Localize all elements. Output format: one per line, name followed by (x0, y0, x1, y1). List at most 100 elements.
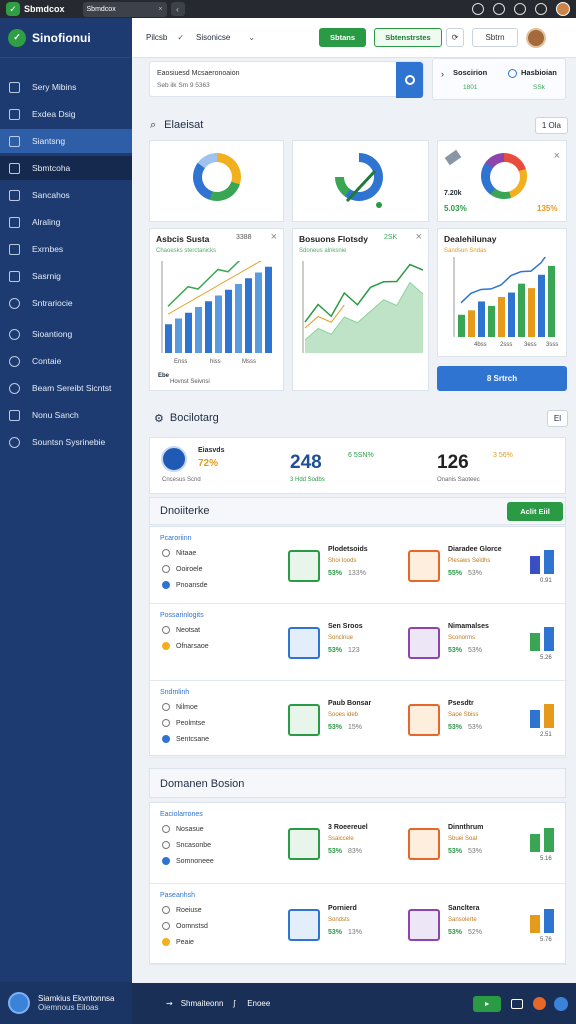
mini-bar-chart (524, 905, 556, 933)
add-button[interactable]: Aclit Eiil (507, 501, 563, 521)
radio-icon[interactable] (162, 549, 170, 557)
settings-icon[interactable] (514, 3, 526, 15)
dropdown-secondary[interactable]: Sisonicse ⌄ (196, 33, 255, 42)
item-icon[interactable] (288, 827, 320, 860)
list-item[interactable]: Sncasonbe (162, 841, 211, 849)
sidebar-item[interactable]: Exdea Dsig (0, 102, 132, 126)
search-box[interactable]: Eaosiuesd Mcsaeronoaion Seb ilk Sm 9 536… (149, 61, 424, 98)
user-avatar[interactable] (554, 996, 568, 1011)
browser-tab[interactable]: Sbmdcox × (82, 1, 167, 17)
list-item[interactable]: Roeiuse (162, 906, 202, 914)
header-avatar[interactable] (526, 27, 546, 48)
list-item[interactable]: Nitaae (162, 549, 196, 557)
radio-icon[interactable] (162, 841, 170, 849)
sidebar-footer[interactable]: Siamkius Ekvntonnsa Oiemnous Eiloas (0, 982, 132, 1024)
group-title[interactable]: Possarinlogits (160, 612, 204, 619)
radio-icon[interactable] (162, 938, 170, 946)
sidebar-item[interactable]: Contaie (0, 349, 132, 373)
radio-icon[interactable] (162, 922, 170, 930)
calendar-icon[interactable] (511, 998, 523, 1009)
share-icon[interactable]: ⇝ (166, 999, 173, 1008)
avatar[interactable] (556, 2, 570, 16)
alert-icon[interactable] (533, 997, 546, 1010)
item-icon[interactable] (408, 827, 440, 860)
list-item[interactable]: Neotsat (162, 626, 200, 634)
chart-card-3: Dealehilunay Sandsun Sndas 4bss 2sss 3ess 3… (437, 228, 567, 357)
radio-icon[interactable] (162, 581, 170, 589)
help-icon[interactable] (535, 3, 547, 15)
section-header: Domanen Bosion (149, 768, 566, 798)
item-icon[interactable] (288, 908, 320, 941)
mini-bar-value: 2.51 (540, 731, 552, 738)
sidebar-item[interactable]: Sioantiong (0, 322, 132, 346)
list-item[interactable]: Peaie (162, 938, 194, 946)
radio-icon[interactable] (162, 906, 170, 914)
sidebar-brand[interactable]: ✓ Sinofionui (0, 18, 132, 58)
notification-icon[interactable] (472, 3, 484, 15)
item-icon[interactable] (408, 703, 440, 736)
item-icon[interactable] (408, 626, 440, 659)
sidebar-item[interactable]: Nonu Sanch (0, 403, 132, 427)
item-icon[interactable] (408, 908, 440, 941)
group-title[interactable]: Eaciolarrones (160, 811, 203, 818)
close-icon[interactable]: × (158, 6, 162, 13)
item-icon[interactable] (288, 549, 320, 582)
item-icon[interactable] (288, 626, 320, 659)
radio-icon[interactable] (162, 857, 170, 865)
card-label: Paub Bonsar (328, 699, 372, 707)
group-title[interactable]: Pcaroriinn (160, 535, 192, 542)
list-item[interactable]: Oomnstsd (162, 922, 208, 930)
link-icon[interactable]: ʃ (233, 999, 235, 1008)
item-icon[interactable] (408, 549, 440, 582)
play-button[interactable]: ▸ (473, 995, 501, 1012)
dropdown-primary[interactable]: Pilcsb ✓ (146, 33, 184, 42)
search-icon[interactable] (396, 62, 423, 98)
refresh-icon[interactable]: ⟳ (446, 28, 464, 47)
sidebar-item[interactable]: Sntrariocie (0, 291, 132, 315)
list-item[interactable]: Ofnarsaoe (162, 642, 209, 650)
github-icon[interactable] (493, 3, 505, 15)
section-control[interactable]: El (546, 409, 568, 427)
tick-label: Msss (242, 359, 256, 365)
card-pct: 53% 53% (448, 847, 483, 855)
card-label: Psesdtr (448, 699, 474, 707)
sidebar-item[interactable]: Beam Sereibt Sicntst (0, 376, 132, 400)
radio-icon[interactable] (162, 735, 170, 743)
section-header: ⌕ Elaeisat 1 Ola (140, 110, 570, 140)
radio-icon[interactable] (162, 565, 170, 573)
list-item[interactable]: Pnoansde (162, 581, 208, 589)
item-icon[interactable] (288, 703, 320, 736)
primary-action-button[interactable]: Sbtans (319, 28, 366, 47)
list-item[interactable]: Ooiroele (162, 565, 202, 573)
list-item[interactable]: Peolmtse (162, 719, 205, 727)
group-title[interactable]: Sndmlinh (160, 689, 189, 696)
list-item[interactable]: Somnoneee (162, 857, 214, 865)
group-title[interactable]: Paseanhsh (160, 892, 195, 899)
sidebar-item-active[interactable]: Siantsng (0, 129, 132, 153)
close-icon[interactable]: × (416, 231, 422, 243)
doc-icon (9, 81, 20, 93)
title-bar: ✓ Sbmdcox Sbmdcox × ‹ (0, 0, 576, 18)
list-item[interactable]: Nilmoe (162, 703, 198, 711)
section-control[interactable]: 1 Ola (534, 116, 568, 134)
radio-icon[interactable] (162, 825, 170, 833)
radio-icon[interactable] (162, 719, 170, 727)
radio-icon[interactable] (162, 642, 170, 650)
radio-icon[interactable] (162, 703, 170, 711)
close-icon[interactable]: × (554, 150, 560, 162)
sidebar-item[interactable]: Alraling (0, 210, 132, 234)
sidebar-item[interactable]: Sery Mibins (0, 75, 132, 99)
sidebar-item[interactable]: Sountsn Sysrinebie (0, 430, 132, 454)
chevron-left-icon[interactable]: ‹ (170, 2, 185, 16)
sidebar-item[interactable]: Exrnbes (0, 237, 132, 261)
primary-blue-button[interactable]: 8 Srtrch (437, 366, 567, 391)
sidebar-item[interactable]: Sasrnig (0, 264, 132, 288)
list-item[interactable]: Nosasue (162, 825, 204, 833)
secondary-action-button[interactable]: Sbtenstrstes (374, 28, 442, 47)
sidebar-item[interactable]: Sbmtcoha (0, 156, 132, 180)
close-icon[interactable]: × (271, 231, 277, 243)
list-item[interactable]: Sentcsane (162, 735, 209, 743)
sidebar-item[interactable]: Sancahos (0, 183, 132, 207)
search-button[interactable]: Sbtrn (472, 28, 518, 47)
radio-icon[interactable] (162, 626, 170, 634)
